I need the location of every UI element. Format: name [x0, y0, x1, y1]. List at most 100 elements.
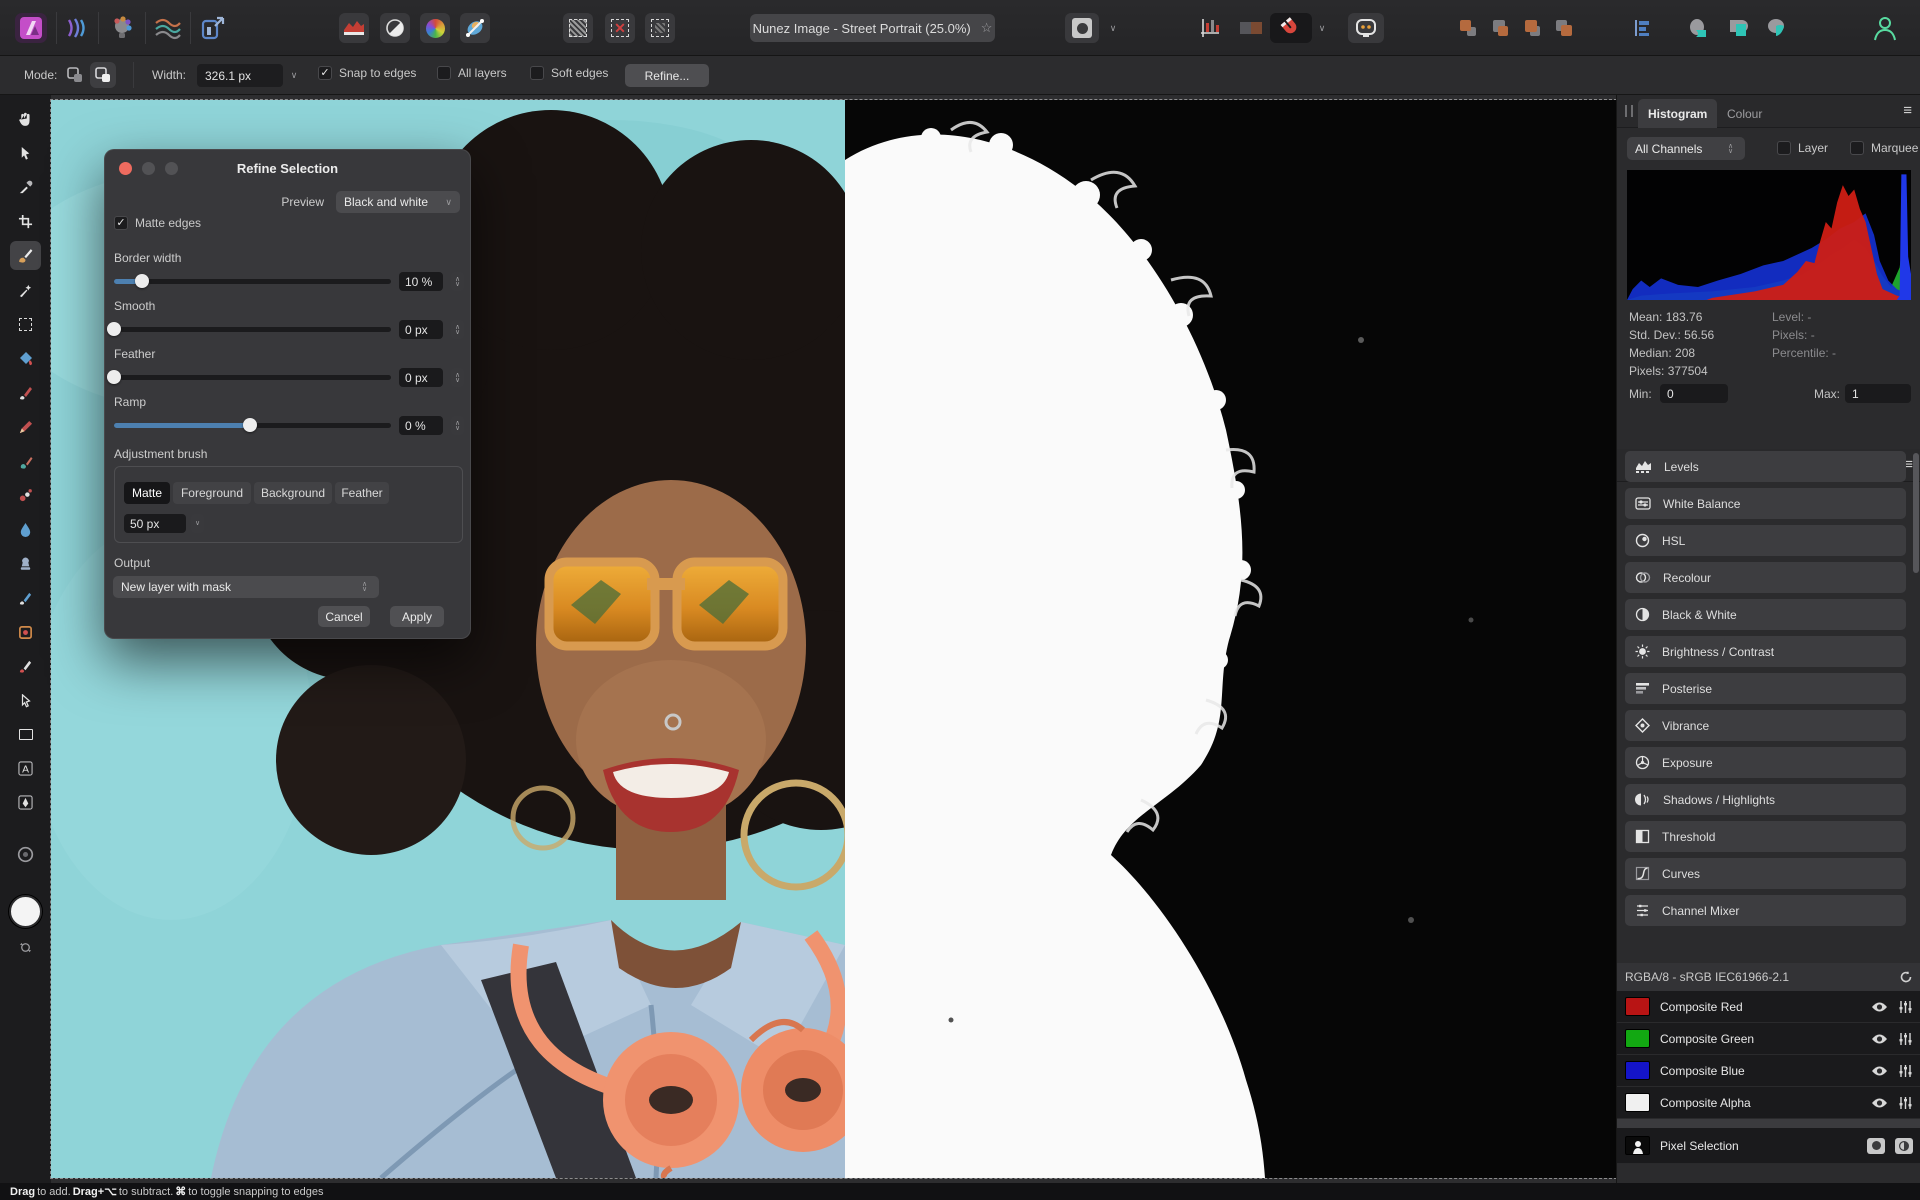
panel-grip[interactable]	[1625, 105, 1633, 117]
deselect-icon[interactable]: ✕	[605, 13, 635, 43]
adjustment-item-curves[interactable]: Curves	[1625, 858, 1906, 889]
person-icon[interactable]	[1869, 13, 1901, 43]
document-title[interactable]: Nunez Image - Street Portrait (25.0%) ☆	[750, 14, 995, 42]
brush-size-field[interactable]: 50 px	[124, 514, 186, 533]
feather-field[interactable]: 0 px	[399, 368, 443, 387]
channel-sliders-icon[interactable]	[1898, 1032, 1913, 1046]
text-tool[interactable]: A	[10, 754, 41, 783]
develop-persona-icon[interactable]	[106, 13, 138, 43]
adjustment-item-threshold[interactable]: Threshold	[1625, 821, 1906, 852]
channel-row-composite-red[interactable]: Composite Red	[1617, 991, 1920, 1023]
feather-slider[interactable]	[114, 375, 391, 380]
tab-colour[interactable]: Colour	[1717, 99, 1772, 128]
healing-brush-tool[interactable]	[10, 584, 41, 613]
channel-row-composite-blue[interactable]: Composite Blue	[1617, 1055, 1920, 1087]
brush-size-chevron[interactable]: ∨	[191, 514, 204, 533]
live-filter-icon[interactable]	[1763, 13, 1791, 43]
export-persona-icon[interactable]	[197, 13, 229, 43]
paint-mixer-brush-tool[interactable]	[10, 447, 41, 476]
mask-preview-icon[interactable]	[1065, 13, 1099, 43]
feather-stepper[interactable]: ∧∨	[451, 368, 464, 387]
auto-levels-icon[interactable]	[339, 13, 369, 43]
solid-circle-icon[interactable]	[1867, 1138, 1885, 1154]
move-to-front-icon[interactable]	[1455, 13, 1481, 43]
move-to-back-icon[interactable]	[1551, 13, 1577, 43]
all-layers-checkbox[interactable]: All layers	[437, 66, 507, 80]
adjustment-layer-icon[interactable]	[1724, 13, 1752, 43]
smooth-field[interactable]: 0 px	[399, 320, 443, 339]
half-circle-icon[interactable]	[1895, 1138, 1913, 1154]
channels-dropdown[interactable]: All Channels ∧∨	[1627, 137, 1745, 160]
adjustment-item-shadows-highlights[interactable]: Shadows / Highlights	[1625, 784, 1906, 815]
new-selection-mode-icon[interactable]	[62, 62, 88, 88]
marquee-tool[interactable]	[10, 310, 41, 339]
apply-button[interactable]: Apply	[390, 606, 444, 627]
brush-mode-background[interactable]: Background	[254, 482, 332, 504]
document-canvas[interactable]: Refine Selection Preview Black and white…	[51, 100, 1616, 1178]
channel-sliders-icon[interactable]	[1898, 1064, 1913, 1078]
cancel-button[interactable]: Cancel	[318, 606, 370, 627]
adjustment-item-hsl[interactable]: HSL	[1625, 525, 1906, 556]
adjustment-item-white-balance[interactable]: White Balance	[1625, 488, 1906, 519]
width-field[interactable]: 326.1 px	[197, 64, 283, 87]
soft-edges-checkbox[interactable]: Soft edges	[530, 66, 608, 80]
move-backward-icon[interactable]	[1519, 13, 1545, 43]
red-eye-removal-tool[interactable]	[10, 618, 41, 647]
pixel-tool[interactable]	[10, 413, 41, 442]
smooth-slider[interactable]	[114, 327, 391, 332]
matte-edges-checkbox[interactable]: ✓ Matte edges	[114, 216, 201, 230]
view-tool[interactable]	[10, 105, 41, 134]
auto-colour-icon[interactable]	[420, 13, 450, 43]
invert-selection-icon[interactable]	[645, 13, 675, 43]
move-forward-icon[interactable]	[1487, 13, 1513, 43]
ramp-slider[interactable]	[114, 423, 391, 428]
colour-picker-tool[interactable]	[10, 173, 41, 202]
smooth-stepper[interactable]: ∧∨	[451, 320, 464, 339]
ramp-stepper[interactable]: ∧∨	[451, 416, 464, 435]
channel-sliders-icon[interactable]	[1898, 1096, 1913, 1110]
flood-fill-tool[interactable]	[10, 344, 41, 373]
max-field[interactable]: 1	[1845, 384, 1911, 403]
swap-colours-icon[interactable]	[10, 933, 41, 962]
magnet-snapping-icon[interactable]	[1270, 13, 1312, 43]
preview-dropdown[interactable]: Black and white ∨	[336, 191, 460, 213]
adjustment-item-channel-mixer[interactable]: Channel Mixer	[1625, 895, 1906, 926]
border-width-stepper[interactable]: ∧∨	[451, 272, 464, 291]
width-chevron-icon[interactable]: ∨	[286, 64, 302, 87]
adjustment-item-posterise[interactable]: Posterise	[1625, 673, 1906, 704]
adjustment-scrollbar[interactable]	[1913, 453, 1919, 573]
canvas-area[interactable]: Refine Selection Preview Black and white…	[51, 95, 1616, 1183]
gradient-icon[interactable]	[1237, 13, 1267, 43]
min-field[interactable]: 0	[1660, 384, 1728, 403]
select-all-icon[interactable]	[563, 13, 593, 43]
adjustment-item-levels[interactable]: Levels	[1625, 451, 1906, 482]
flood-select-tool[interactable]	[10, 276, 41, 305]
brush-mode-foreground[interactable]: Foreground	[173, 482, 251, 504]
slider-thumb[interactable]	[135, 274, 149, 288]
move-tool[interactable]	[10, 139, 41, 168]
histogram-chart[interactable]	[1627, 170, 1911, 300]
auto-white-balance-icon[interactable]	[460, 13, 490, 43]
ramp-field[interactable]: 0 %	[399, 416, 443, 435]
panel-menu-icon[interactable]: ≡	[1903, 102, 1912, 119]
snap-to-edges-checkbox[interactable]: ✓ Snap to edges	[318, 66, 416, 80]
refine-selection-dialog[interactable]: Refine Selection Preview Black and white…	[104, 149, 471, 639]
output-dropdown[interactable]: New layer with mask ∧∨	[113, 576, 379, 598]
adjustment-item-black-white[interactable]: Black & White	[1625, 599, 1906, 630]
clone-stamp-tool[interactable]	[10, 549, 41, 578]
liquify-persona-icon[interactable]	[60, 13, 92, 43]
blur-brush-tool[interactable]	[10, 515, 41, 544]
adjustment-item-exposure[interactable]: Exposure	[1625, 747, 1906, 778]
selection-brush-tool[interactable]	[10, 241, 41, 270]
mask-preview-chevron-icon[interactable]: ∨	[1103, 13, 1123, 43]
inpainting-brush-tool[interactable]	[10, 652, 41, 681]
lens-tool[interactable]	[10, 840, 41, 869]
node-tool[interactable]	[10, 686, 41, 715]
marquee-checkbox[interactable]: Marquee	[1850, 141, 1918, 155]
slider-thumb[interactable]	[243, 418, 257, 432]
tab-histogram[interactable]: Histogram	[1638, 99, 1717, 128]
rectangle-tool[interactable]	[10, 720, 41, 749]
slider-thumb[interactable]	[107, 322, 121, 336]
slider-thumb[interactable]	[107, 370, 121, 384]
paint-brush-tool[interactable]	[10, 378, 41, 407]
